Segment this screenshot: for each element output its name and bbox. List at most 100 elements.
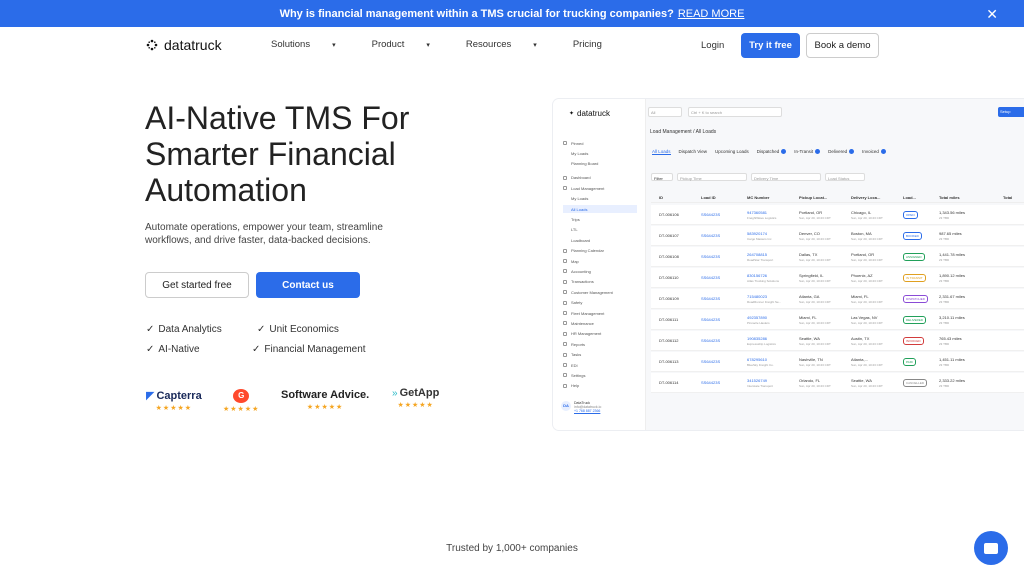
table-row[interactable]: DT-006110 SS64423S 830156726 Atlas Trucking… <box>651 268 1024 288</box>
get-started-button[interactable]: Get started free <box>145 272 249 298</box>
mc-company: Atlas Trucking Solutions <box>747 278 780 283</box>
table-row[interactable]: DT-006106 SS64423S 947360581 FreightWave Lo… <box>651 205 1024 225</box>
sidebar-item[interactable]: Loadboard <box>563 236 637 244</box>
sidebar-item[interactable]: Pinned <box>563 139 637 147</box>
table-row[interactable]: DT-006112 SS64423S 190835286 Expressship Lo… <box>651 331 1024 351</box>
feature-item: ✓ Unit Economics <box>257 324 339 335</box>
sidebar-item[interactable]: Help <box>563 382 637 390</box>
sidebar-item[interactable]: EDI <box>563 361 637 369</box>
sidebar-item[interactable]: Planning Board <box>563 160 637 168</box>
contact-us-button[interactable]: Contact us <box>256 272 360 298</box>
chat-button[interactable] <box>974 531 1008 565</box>
tab-label: All Loads <box>652 149 671 154</box>
mc-number: 190835286 Expressship Logistics <box>747 336 799 346</box>
tab-5[interactable]: Delivered <box>828 149 855 155</box>
sidebar-item[interactable]: LTL <box>563 226 637 234</box>
table-row[interactable]: DT-006107 SS64423S 583920174 Cargo Masters … <box>651 226 1024 246</box>
tab-0[interactable]: All Loads <box>652 149 671 155</box>
load-id-link[interactable]: SS64423S <box>695 296 747 301</box>
table-row[interactable]: DT-006109 SS64423S 715480023 RoadRunner Fre… <box>651 289 1024 309</box>
table-row[interactable]: DT-006108 SS64423S 264708815 RoadStar Trans… <box>651 247 1024 267</box>
scope-select[interactable]: All <box>648 107 682 117</box>
table-row[interactable]: DT-006111 SS64423S 492357890 Pinnacle Haule… <box>651 310 1024 330</box>
tab-2[interactable]: Upcoming Loads <box>715 149 749 155</box>
tab-1[interactable]: Dispatch View <box>679 149 707 155</box>
filter-0[interactable]: Filter <box>651 173 673 181</box>
load-id-link[interactable]: SS64423S <box>695 233 747 238</box>
search-input[interactable]: Ctrl + K to search <box>688 107 782 117</box>
book-demo-button[interactable]: Book a demo <box>806 33 879 58</box>
sidebar-item[interactable]: My Loads <box>563 149 637 157</box>
column-header[interactable]: Total miles <box>939 195 1003 200</box>
sidebar-item-icon <box>563 331 567 336</box>
sidebar-item[interactable]: Map <box>563 257 637 265</box>
read-more-link[interactable]: READ MORE <box>678 8 745 20</box>
login-link[interactable]: Login <box>701 40 724 51</box>
sidebar-item[interactable]: Accounting <box>563 267 637 275</box>
sidebar-item[interactable]: Tasks <box>563 351 637 359</box>
sidebar-item[interactable]: Safety <box>563 299 637 307</box>
nav-item-product[interactable]: Product ▾ <box>372 39 448 50</box>
sidebar-item[interactable]: Fleet Management <box>563 309 637 317</box>
sidebar-item[interactable]: Transactions <box>563 278 637 286</box>
column-header[interactable]: Load ID <box>695 195 747 200</box>
load-id-link[interactable]: SS64423S <box>695 254 747 259</box>
sidebar-item[interactable]: Settings <box>563 371 637 379</box>
pickup-location: Dallas, TX Sun, Apr 20, 10:23 CDT <box>799 252 851 262</box>
load-id-link[interactable]: SS64423S <box>695 380 747 385</box>
sidebar-item[interactable]: Reports <box>563 340 637 348</box>
mc-value: 947360581 <box>747 209 768 215</box>
sidebar-item[interactable]: Dashboard <box>563 174 637 182</box>
sidebar-item[interactable]: All Loads <box>563 205 637 213</box>
column-header[interactable]: Total <box>1003 195 1023 200</box>
nav-item-solutions[interactable]: Solutions ▾ <box>271 39 354 50</box>
tab-label: In-Transit <box>794 149 814 154</box>
sidebar-item[interactable]: Load Management <box>563 184 637 192</box>
load-id-link[interactable]: SS64423S <box>695 317 747 322</box>
load-id-link[interactable]: SS64423S <box>695 359 747 364</box>
column-header[interactable]: Load... <box>903 195 939 200</box>
column-header[interactable]: Pickup Locat... <box>799 195 851 200</box>
filter-2[interactable]: Delivery Time <box>751 173 821 181</box>
table-row[interactable]: DT-006113 SS64423S 678295610 BlueSky Freigh… <box>651 352 1024 372</box>
sidebar-item[interactable]: HR Management <box>563 330 637 338</box>
column-header[interactable]: Delivery Loca... <box>851 195 903 200</box>
tab-4[interactable]: In-Transit <box>794 149 821 155</box>
delivery-location: Phoenix, AZ Sun, Apr 20, 10:23 CDT <box>851 273 903 283</box>
try-free-button[interactable]: Try it free <box>741 33 800 58</box>
sidebar-item[interactable]: Maintenance <box>563 319 637 327</box>
load-id-link[interactable]: SS64423S <box>695 338 747 343</box>
nav-item-resources[interactable]: Resources ▾ <box>466 39 555 50</box>
star-rating: ★★★★★ <box>306 404 344 411</box>
table-row[interactable]: DT-006114 SS64423S 341526749 Interstate Tra… <box>651 373 1024 393</box>
tab-6[interactable]: Invoiced <box>862 149 886 155</box>
setup-button[interactable]: Setup <box>998 107 1024 117</box>
count-badge <box>849 149 855 155</box>
status-badge: PAID <box>903 357 916 366</box>
column-header[interactable]: ID <box>651 195 695 200</box>
load-id-link[interactable]: SS64423S <box>695 275 747 280</box>
sidebar-item[interactable]: Planning Calendar <box>563 247 637 255</box>
chevron-down-icon: ▾ <box>533 41 537 49</box>
sidebar-item[interactable]: Trips <box>563 215 637 223</box>
getapp-badge: » GetApp ★★★★★ <box>392 387 439 409</box>
tab-3[interactable]: Dispatched <box>757 149 787 155</box>
filter-3[interactable]: Load Status <box>825 173 865 181</box>
sidebar-item-label: EDI <box>571 362 578 368</box>
sidebar-item[interactable]: My Loads <box>563 195 637 203</box>
delivery-time: Sun, Apr 20, 10:23 CDT <box>851 257 883 262</box>
filter-1[interactable]: Pickup Time <box>677 173 747 181</box>
delivery-location: Miami, FL Sun, Apr 20, 10:23 CDT <box>851 294 903 304</box>
delivery-city: Phoenix, AZ <box>851 272 873 278</box>
pickup-city: Portland, OR <box>799 209 823 215</box>
nav-item-pricing[interactable]: Pricing <box>573 39 620 50</box>
column-header[interactable]: MC Number <box>747 195 799 200</box>
count-badge <box>880 149 886 155</box>
miles-sub: 23 TBD <box>939 236 950 241</box>
close-icon[interactable]: ✕ <box>986 6 998 23</box>
load-status: IN TRANSIT <box>903 273 939 282</box>
load-id-link[interactable]: SS64423S <box>695 212 747 217</box>
sidebar-item[interactable]: Customer Management <box>563 288 637 296</box>
miles-sub: 23 TBD <box>939 299 950 304</box>
logo[interactable]: datatruck <box>146 37 222 53</box>
